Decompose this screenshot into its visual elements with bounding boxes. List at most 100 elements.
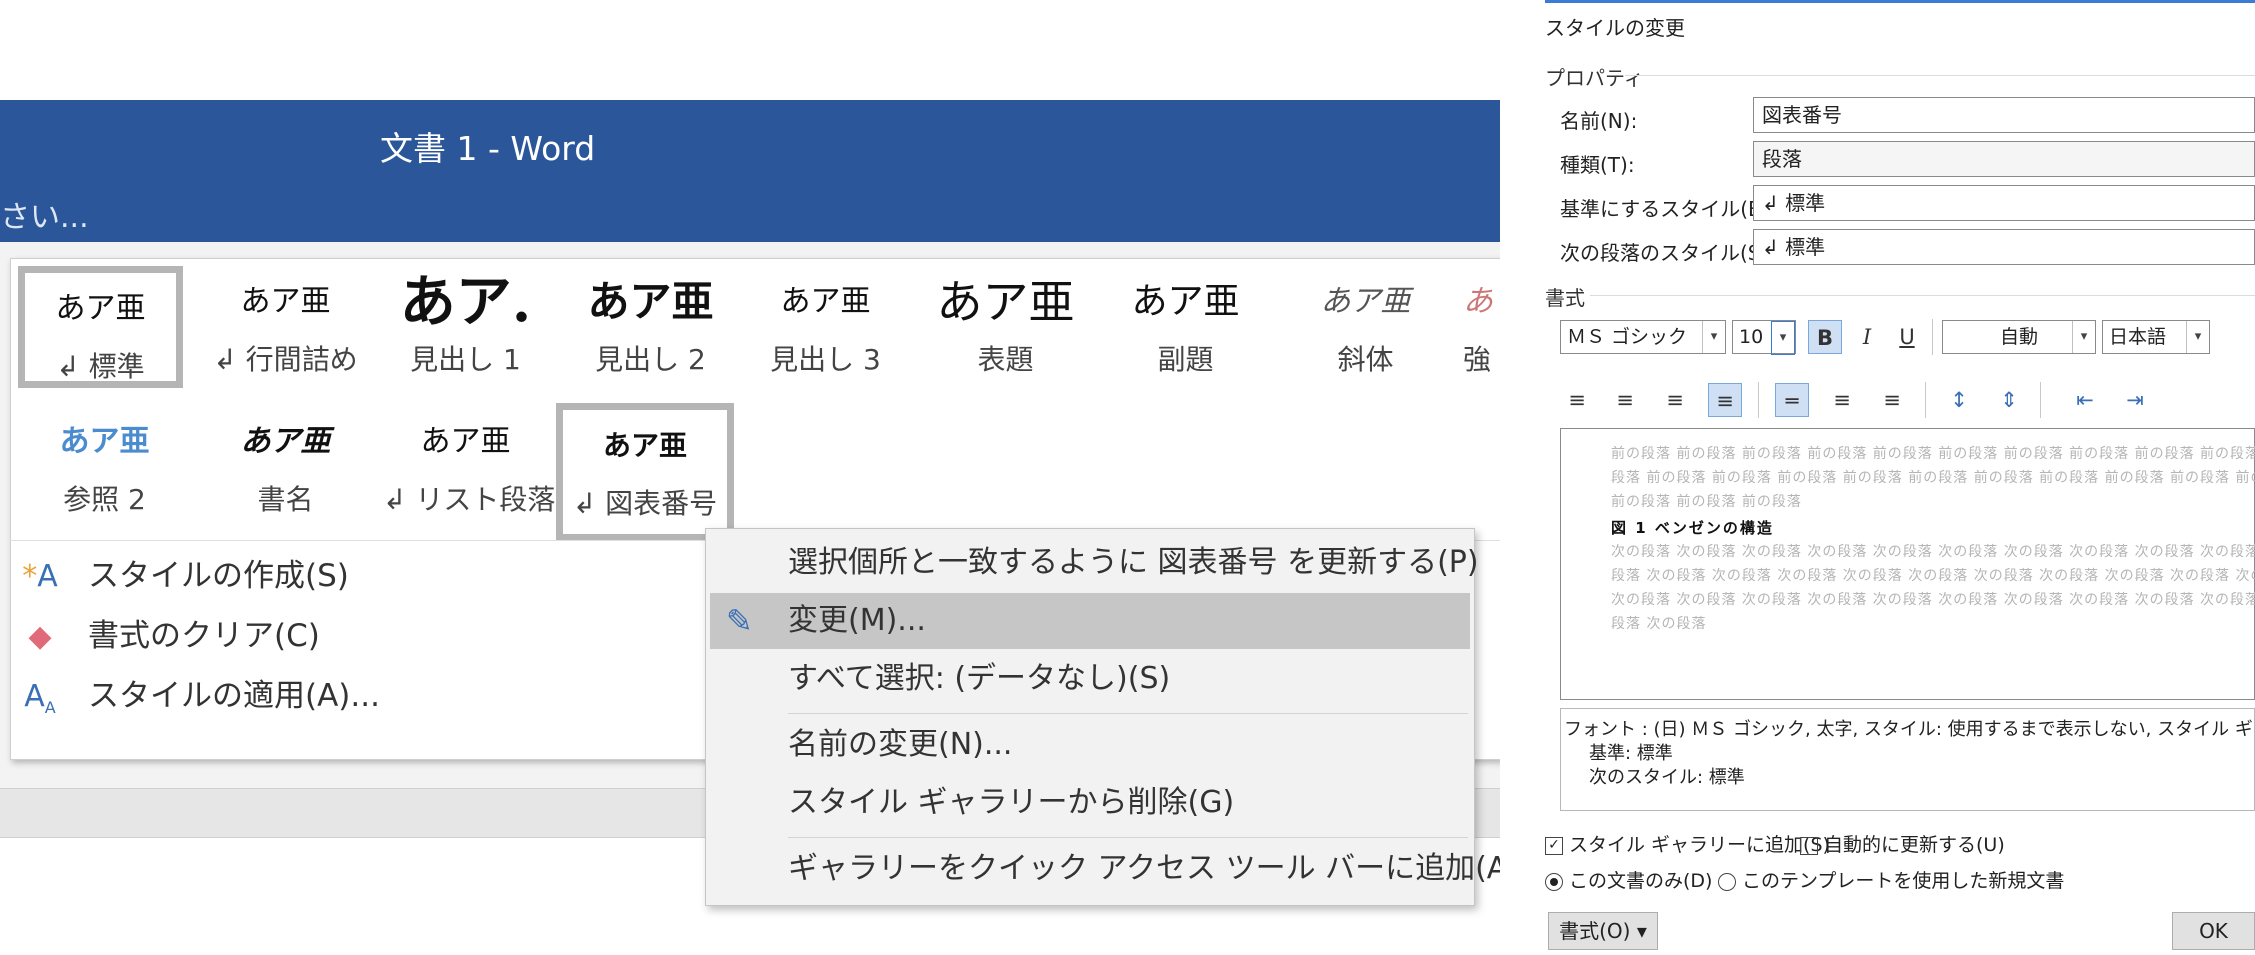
language-select[interactable]: 日本語 ▾: [2102, 320, 2210, 354]
style-tile-subtitle[interactable]: あア亜 副題: [1103, 266, 1268, 388]
bold-button[interactable]: B: [1808, 320, 1842, 354]
style-description-box: フォント : (日) ＭＳ ゴシック, 太字, スタイル: 使用するまで表示しな…: [1560, 708, 2255, 811]
chevron-down-icon: ▾: [2186, 321, 2209, 353]
increase-spacing-icon[interactable]: ↕: [1942, 383, 1976, 417]
apply-styles-command[interactable]: AA スタイルの適用(A)...: [20, 668, 380, 724]
single-spacing-icon[interactable]: ═: [1775, 383, 1809, 417]
preview-next-paragraph: 次の段落 次の段落 次の段落 次の段落 次の段落 次の段落 次の段落 次の段落 …: [1611, 544, 2255, 560]
menu-item-modify[interactable]: ✎ 変更(M)...: [710, 593, 1470, 649]
style-label: ↲ 行間詰め: [213, 343, 358, 376]
toolbar-separator: [1758, 382, 1759, 418]
preview-next-paragraph: 次の段落 次の段落 次の段落 次の段落 次の段落 次の段落 次の段落 次の段落 …: [1611, 592, 2255, 608]
style-preview: あア亜: [55, 291, 146, 326]
style-preview: あア亜: [240, 424, 331, 459]
style-preview: あア.: [399, 269, 532, 335]
chevron-down-icon: ▾: [1771, 321, 1795, 355]
preview-next-paragraph: 段落 次の段落: [1611, 616, 1707, 632]
menu-item-add-to-qat[interactable]: ギャラリーをクイック アクセス ツール バーに追加(A): [706, 841, 1519, 897]
menu-item-rename[interactable]: 名前の変更(N)...: [706, 717, 1474, 773]
add-to-gallery-checkbox[interactable]: ✓ スタイル ギャラリーに追加(S): [1545, 830, 1830, 857]
style-preview: あア亜: [780, 284, 871, 319]
style-preview: あ: [1463, 284, 1493, 319]
style-tile-book-title[interactable]: あア亜 書名: [203, 406, 368, 528]
justify-icon[interactable]: ≡: [1708, 383, 1742, 417]
style-label: 表題: [977, 343, 1034, 376]
font-size-select[interactable]: 10 ▾: [1732, 320, 1796, 355]
format-button[interactable]: 書式(O) ▾: [1548, 912, 1658, 950]
style-label: ↲ 標準: [56, 350, 145, 383]
properties-header: プロパティ: [1545, 66, 1644, 90]
checkbox-label: 自動的に更新する(U): [1824, 834, 2005, 856]
name-label: 名前(N):: [1560, 109, 1638, 133]
style-tile-heading3[interactable]: あア亜 見出し 3: [743, 266, 908, 388]
underline-button[interactable]: U: [1890, 320, 1924, 354]
style-tile-list-paragraph[interactable]: あア亜 ↲ リスト段落: [383, 406, 556, 528]
radio-unselected-icon: [1718, 872, 1736, 891]
increase-indent-icon[interactable]: ⇥: [2118, 383, 2152, 417]
decrease-indent-icon[interactable]: ⇤: [2068, 383, 2102, 417]
menu-item-remove-from-gallery[interactable]: スタイル ギャラリーから削除(G): [706, 775, 1474, 831]
type-label: 種類(T):: [1560, 153, 1635, 177]
base-style-label: 基準にするスタイル(B):: [1560, 197, 1777, 221]
create-style-icon: *A: [22, 559, 58, 594]
command-label: 書式のクリア(C): [88, 618, 320, 654]
new-documents-template-radio[interactable]: このテンプレートを使用した新規文書: [1718, 866, 2064, 893]
next-style-select[interactable]: ↲ 標準: [1753, 229, 2255, 265]
radio-label: この文書のみ(D): [1569, 870, 1713, 892]
decrease-spacing-icon[interactable]: ⇕: [1992, 383, 2026, 417]
preview-previous-paragraph: 前の段落 前の段落 前の段落: [1611, 494, 1802, 510]
style-tile-strong[interactable]: あ 強: [1463, 266, 1500, 388]
align-center-icon[interactable]: ≡: [1608, 383, 1642, 417]
checkmark-icon: ✓: [1545, 836, 1563, 855]
menu-item-label: ギャラリーをクイック アクセス ツール バーに追加(A): [788, 851, 1520, 886]
align-left-icon[interactable]: ≡: [1560, 383, 1594, 417]
create-style-command[interactable]: *A スタイルの作成(S): [20, 548, 349, 604]
preview-previous-paragraph: 前の段落 前の段落 前の段落 前の段落 前の段落 前の段落 前の段落 前の段落 …: [1611, 446, 2255, 462]
style-label: ↲ 図表番号: [572, 487, 718, 520]
style-label: 強: [1463, 343, 1492, 376]
font-name-select[interactable]: ＭＳ ゴシック ▾: [1560, 320, 1726, 354]
font-color-select[interactable]: 自動 ▾: [1942, 320, 2096, 354]
style-name-field[interactable]: 図表番号: [1753, 97, 2255, 133]
align-right-icon[interactable]: ≡: [1658, 383, 1692, 417]
style-preview: あア亜: [420, 424, 511, 459]
style-tile-normal[interactable]: あア亜 ↲ 標準: [18, 266, 183, 388]
style-preview: あア亜: [1320, 284, 1411, 319]
clear-formatting-command[interactable]: ◆ 書式のクリア(C): [20, 608, 320, 664]
style-tile-title[interactable]: あア亜 表題: [923, 266, 1088, 388]
style-tile-heading1[interactable]: あア. 見出し 1: [383, 266, 548, 388]
double-spacing-icon[interactable]: ≡: [1875, 383, 1909, 417]
apply-style-icon: AA: [24, 679, 56, 717]
only-this-document-radio[interactable]: この文書のみ(D): [1545, 866, 1712, 893]
style-label: 斜体: [1337, 343, 1394, 376]
style-tile-emphasis[interactable]: あア亜 斜体: [1283, 266, 1448, 388]
style-context-menu: 選択個所と一致するように 図表番号 を更新する(P) ✎ 変更(M)... すべ…: [705, 528, 1519, 906]
one-half-spacing-icon[interactable]: ≡: [1825, 383, 1859, 417]
menu-item-update-to-match[interactable]: 選択個所と一致するように 図表番号 を更新する(P): [706, 535, 1479, 591]
menu-item-label: スタイル ギャラリーから削除(G): [788, 785, 1235, 820]
ok-button[interactable]: OK: [2172, 912, 2255, 950]
style-tile-heading2[interactable]: あア亜 見出し 2: [563, 266, 738, 388]
style-preview-pane: 前の段落 前の段落 前の段落 前の段落 前の段落 前の段落 前の段落 前の段落 …: [1560, 428, 2255, 700]
auto-update-checkbox[interactable]: 自動的に更新する(U): [1800, 830, 2005, 857]
style-label: 見出し 1: [410, 343, 521, 376]
checkbox-label: スタイル ギャラリーに追加(S): [1569, 834, 1830, 856]
menu-item-select-all[interactable]: すべて選択: (データなし)(S): [706, 651, 1474, 707]
style-tile-caption[interactable]: あア亜 ↲ 図表番号: [556, 403, 734, 541]
radio-selected-icon: [1545, 872, 1563, 891]
style-tile-no-spacing[interactable]: あア亜 ↲ 行間詰め: [203, 266, 368, 388]
menu-item-label: 名前の変更(N)...: [788, 727, 1013, 762]
tell-me-search-hint[interactable]: さい...: [0, 192, 89, 236]
base-style-select[interactable]: ↲ 標準: [1753, 185, 2255, 221]
description-line: 次のスタイル: 標準: [1589, 767, 1745, 788]
command-label: スタイルの適用(A)...: [88, 678, 380, 714]
menu-item-label: 選択個所と一致するように 図表番号 を更新する(P): [788, 545, 1479, 580]
toolbar-separator: [1932, 319, 1933, 355]
menu-item-label: 変更(M)...: [788, 603, 926, 638]
style-label: ↲ リスト段落: [383, 483, 556, 516]
style-type-field[interactable]: 段落: [1753, 141, 2255, 177]
italic-button[interactable]: I: [1850, 320, 1884, 354]
style-tile-reference2[interactable]: あア亜 参照 2: [22, 406, 187, 528]
section-divider: [1590, 295, 2255, 296]
font-color-value: 自動: [1999, 326, 2038, 348]
